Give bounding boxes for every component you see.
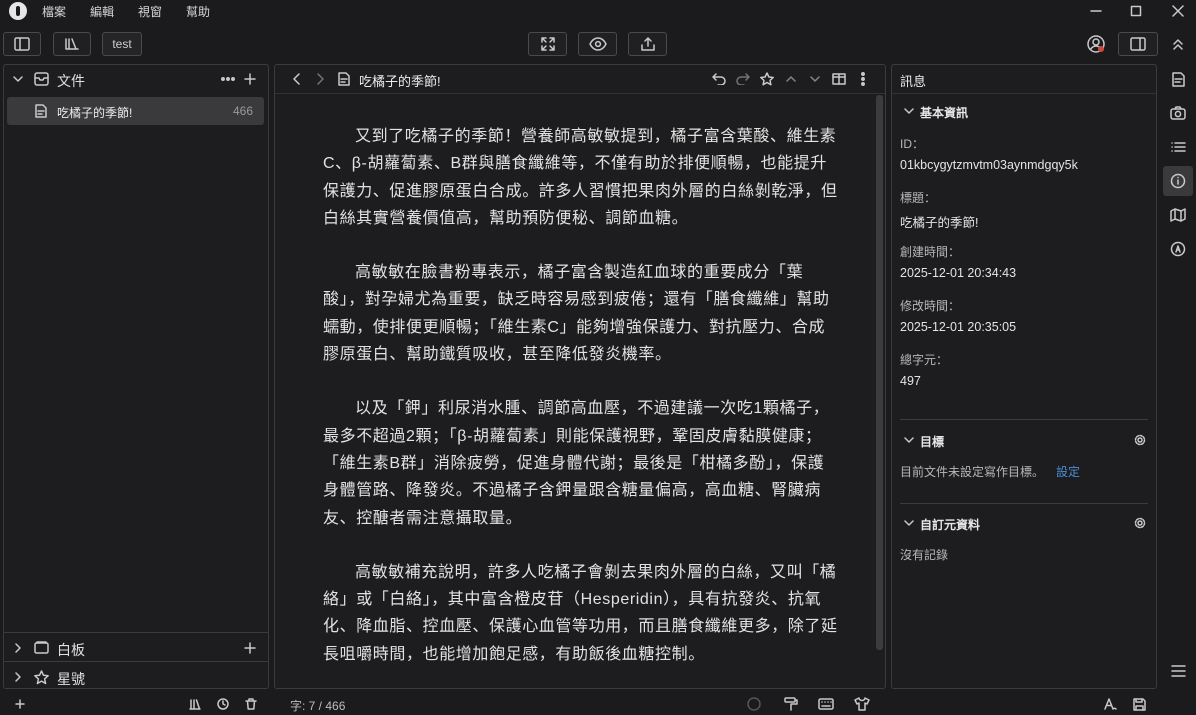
gear-icon[interactable] — [1133, 433, 1147, 447]
menu-window[interactable]: 視窗 — [138, 3, 162, 20]
created-label: 創建時間： — [900, 245, 961, 259]
title-value: 吃橘子的季節! — [900, 216, 979, 230]
keyboard-icon[interactable] — [817, 696, 835, 712]
trash-icon[interactable] — [243, 696, 259, 712]
camera-icon[interactable] — [1168, 104, 1188, 122]
star-icon — [33, 669, 49, 685]
app-logo-icon — [9, 2, 27, 20]
toggle-info-panel-button[interactable] — [1118, 32, 1158, 56]
whiteboard-section-title[interactable]: 白板 — [57, 640, 85, 660]
menu-help[interactable]: 幫助 — [186, 3, 210, 20]
paragraph: 高敏敏在臉書粉專表示，橘子富含製造紅血球的重要成分「葉酸」，對孕婦尤為重要，缺乏… — [323, 264, 830, 364]
close-icon[interactable] — [1160, 0, 1196, 22]
info-header: 訊息 — [900, 74, 927, 89]
document-body[interactable]: 又到了吃橘子的季節！營養師高敏敏提到，橘子富含葉酸、維生素C、β-胡蘿蔔素、B群… — [323, 123, 839, 668]
library-icon[interactable] — [187, 696, 203, 712]
title-label: 標題： — [900, 191, 937, 205]
whiteboard-icon — [33, 640, 49, 656]
paragraph: 以及「鉀」利尿消水腫、調節高血壓，不過建議一次吃1顆橘子，最多不超過2顆；「β-… — [323, 400, 830, 527]
chevron-down-icon[interactable] — [902, 433, 916, 447]
add-file-icon[interactable] — [242, 71, 258, 87]
document-icon — [33, 102, 49, 120]
preview-button[interactable] — [578, 32, 617, 56]
fullscreen-button[interactable] — [528, 32, 567, 56]
map-icon[interactable] — [1168, 206, 1188, 224]
char-count-value: 497 — [900, 374, 921, 388]
divider — [4, 632, 268, 633]
editor-scrollbar[interactable] — [876, 95, 883, 650]
starred-section-title[interactable]: 星號 — [57, 669, 85, 689]
chevron-right-icon[interactable] — [10, 640, 26, 656]
goal-title: 目標 — [920, 435, 945, 449]
more-vertical-icon[interactable] — [855, 71, 871, 87]
gear-icon[interactable] — [1133, 516, 1147, 530]
undo-icon[interactable] — [711, 71, 727, 87]
word-count: 字: 7 / 466 — [290, 699, 346, 713]
at-sign-icon[interactable] — [1168, 240, 1188, 258]
goal-text: 目前文件未設定寫作目標。 — [900, 465, 1045, 479]
toggle-sidebar-button[interactable] — [3, 32, 41, 56]
divider — [4, 661, 268, 662]
title-bar — [0, 0, 1196, 22]
file-name: 吃橘子的季節! — [57, 106, 133, 120]
menu-edit[interactable]: 編輯 — [90, 3, 114, 20]
maximize-icon[interactable] — [1118, 0, 1154, 22]
chevron-up-icon[interactable] — [783, 71, 799, 87]
more-icon[interactable] — [220, 71, 236, 87]
minimize-icon[interactable] — [1078, 0, 1114, 22]
add-icon[interactable] — [12, 696, 28, 712]
inbox-icon — [33, 71, 49, 87]
font-style-icon[interactable] — [1101, 696, 1119, 712]
chevron-down-icon[interactable] — [902, 104, 916, 118]
add-whiteboard-icon[interactable] — [242, 640, 258, 656]
paint-roller-icon[interactable] — [782, 696, 800, 712]
editor-doc-title: 吃橘子的季節! — [359, 74, 441, 89]
metadata-empty: 沒有記錄 — [900, 548, 949, 562]
chevron-down-icon[interactable] — [902, 516, 916, 530]
divider — [892, 93, 1156, 94]
star-icon[interactable] — [759, 71, 775, 87]
divider — [275, 93, 885, 94]
account-icon[interactable] — [1086, 34, 1106, 54]
split-view-icon[interactable] — [831, 71, 847, 87]
id-label: ID： — [900, 137, 925, 151]
divider — [900, 503, 1148, 504]
collapse-up-icon[interactable] — [1168, 34, 1188, 54]
tab-test[interactable]: test — [102, 32, 142, 56]
paragraph: 高敏敏補充說明，許多人吃橘子會剝去果肉外層的白絲，又叫「橘絡」或「白絡」，其中富… — [323, 563, 838, 663]
id-value: 01kbcygytzmvtm03aynmdgqy5k — [900, 158, 1078, 172]
chevron-down-icon[interactable] — [807, 71, 823, 87]
menu-file[interactable]: 檔案 — [42, 3, 66, 20]
sync-status-icon[interactable] — [745, 696, 763, 712]
files-section-title: 文件 — [57, 73, 85, 89]
redo-icon[interactable] — [735, 71, 751, 87]
forward-icon[interactable] — [312, 71, 328, 87]
shirt-icon[interactable] — [853, 696, 871, 712]
document-icon — [336, 70, 352, 88]
library-button[interactable] — [53, 32, 91, 56]
status-bar — [0, 692, 1196, 715]
save-icon[interactable] — [1130, 696, 1148, 712]
info-icon[interactable] — [1168, 172, 1188, 190]
chevron-right-icon[interactable] — [10, 669, 26, 685]
list-icon[interactable] — [1168, 138, 1188, 156]
back-icon[interactable] — [289, 71, 305, 87]
history-icon[interactable] — [215, 696, 231, 712]
chevron-down-icon[interactable] — [10, 71, 26, 87]
file-sidebar — [3, 64, 269, 689]
modified-label: 修改時間： — [900, 299, 961, 313]
metadata-title: 自訂元資料 — [920, 518, 981, 532]
divider — [900, 419, 1148, 420]
file-char-count: 466 — [233, 104, 254, 118]
char-count-label: 總字元： — [900, 353, 949, 367]
created-value: 2025-12-01 20:34:43 — [900, 266, 1017, 280]
share-button[interactable] — [628, 32, 667, 56]
set-goal-link[interactable]: 設定 — [1056, 463, 1080, 480]
paragraph: 又到了吃橘子的季節！營養師高敏敏提到，橘子富含葉酸、維生素C、β-胡蘿蔔素、B群… — [323, 128, 838, 227]
modified-value: 2025-12-01 20:35:05 — [900, 320, 1017, 334]
menu-icon[interactable] — [1168, 662, 1188, 680]
basic-info-title: 基本資訊 — [920, 106, 969, 120]
document-icon[interactable] — [1168, 70, 1188, 88]
